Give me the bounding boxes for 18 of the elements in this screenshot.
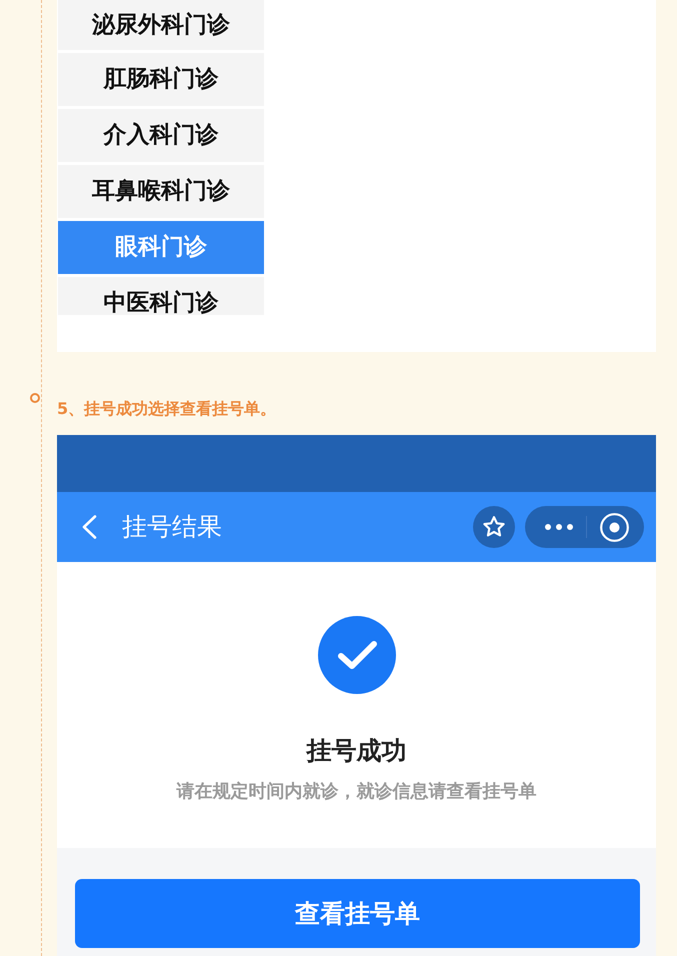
- result-title: 挂号成功: [306, 736, 406, 766]
- step-text: 5、挂号成功选择查看挂号单。: [57, 399, 276, 418]
- list-item[interactable]: 介入科门诊: [58, 109, 264, 162]
- circle-dot-icon[interactable]: [600, 512, 629, 542]
- page-title: 挂号结果: [122, 512, 222, 542]
- list-item[interactable]: 泌尿外科门诊: [58, 0, 264, 50]
- view-ticket-button[interactable]: 查看挂号单: [75, 879, 640, 948]
- timeline-marker-icon: [30, 393, 40, 403]
- list-item[interactable]: 眼科门诊: [58, 221, 264, 274]
- result-message: 请在规定时间内就诊，就诊信息请查看挂号单: [176, 780, 536, 804]
- more-icon[interactable]: [545, 524, 573, 530]
- list-item[interactable]: 肛肠科门诊: [58, 53, 264, 106]
- list-item[interactable]: 中医科门诊: [58, 277, 264, 315]
- check-circle-icon: [318, 616, 396, 694]
- star-icon: [482, 515, 506, 539]
- list-item[interactable]: 耳鼻喉科门诊: [58, 165, 264, 218]
- back-icon[interactable]: [81, 515, 97, 539]
- favorite-button[interactable]: [473, 506, 515, 548]
